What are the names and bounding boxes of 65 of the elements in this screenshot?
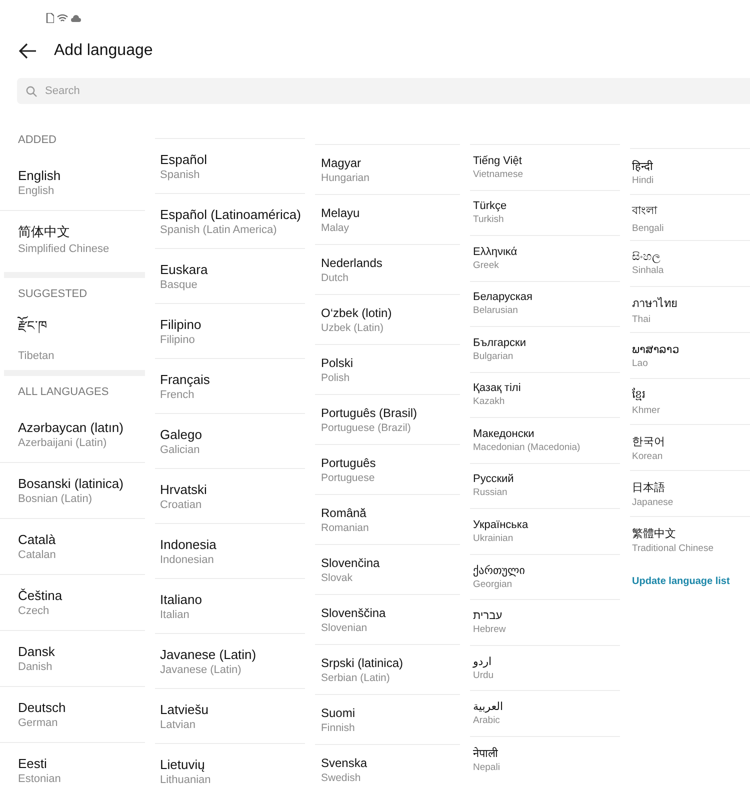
section-heading: ALL LANGUAGES	[17, 385, 110, 400]
language-item[interactable]: Українська Ukrainian	[470, 508, 620, 554]
page-title: Add language	[54, 42, 153, 60]
language-item[interactable]: 日本語 Japanese	[630, 470, 750, 516]
language-item[interactable]: नेपाली Nepali	[470, 736, 620, 781]
language-item[interactable]: Қазақ тілі Kazakh	[470, 372, 620, 417]
language-item[interactable]: English English	[0, 154, 145, 210]
language-item[interactable]: Türkçe Turkish	[470, 190, 620, 235]
wifi-icon	[57, 14, 68, 22]
language-item[interactable]: Javanese (Latin) Javanese (Latin)	[155, 633, 305, 688]
language-item[interactable]: हिन्दी Hindi	[630, 148, 750, 194]
language-item[interactable]: Srpski (latinica) Serbian (Latin)	[315, 644, 460, 694]
language-item[interactable]: Svenska Swedish	[315, 744, 460, 794]
language-item[interactable]: Slovenščina Slovenian	[315, 594, 460, 644]
search-field[interactable]: Search	[17, 78, 750, 104]
language-item[interactable]: རྫོང་ཁ Tibetan	[0, 308, 145, 364]
language-item[interactable]: Indonesia Indonesian	[155, 523, 305, 578]
language-item[interactable]: Македонски Macedonian (Macedonia)	[470, 417, 620, 462]
language-item[interactable]: বাংলা Bengali	[630, 194, 750, 240]
language-item[interactable]: Português (Brasil) Portuguese (Brazil)	[315, 394, 460, 444]
language-item[interactable]: Latviešu Latvian	[155, 688, 305, 743]
language-item[interactable]: Română Romanian	[315, 494, 460, 544]
language-item[interactable]: Français French	[155, 358, 305, 413]
language-item[interactable]: Ελληνικά Greek	[470, 235, 620, 280]
language-item[interactable]: O‘zbek (lotin) Uzbek (Latin)	[315, 294, 460, 344]
language-item[interactable]: ქართული Georgian	[470, 554, 620, 599]
language-item[interactable]: 한국어 Korean	[630, 424, 750, 470]
language-item[interactable]: Português Portuguese	[315, 444, 460, 494]
language-item[interactable]: Català Catalan	[0, 518, 145, 574]
language-item[interactable]: Dansk Danish	[0, 630, 145, 686]
language-item[interactable]: Bosanski (latinica) Bosnian (Latin)	[0, 462, 145, 518]
language-item[interactable]: Italiano Italian	[155, 578, 305, 633]
language-item[interactable]: ພາສາລາວ Lao	[630, 332, 750, 378]
language-item[interactable]: Azərbaycan (latın) Azerbaijani (Latin)	[0, 406, 145, 462]
language-item[interactable]: Български Bulgarian	[470, 326, 620, 372]
language-item[interactable]: Filipino Filipino	[155, 303, 305, 358]
language-item[interactable]: 简体中文 Simplified Chinese	[0, 210, 145, 266]
language-item[interactable]: Español (Latinoamérica) Spanish (Latin America)	[155, 193, 305, 248]
language-item[interactable]: Eesti Estonian	[0, 742, 145, 798]
update-language-list-link[interactable]: Update language list	[632, 576, 730, 587]
language-item[interactable]: Euskara Basque	[155, 248, 305, 303]
language-item[interactable]: Lietuvių Lithuanian	[155, 743, 305, 798]
language-item[interactable]: Español Spanish	[155, 138, 305, 193]
language-item[interactable]: Tiếng Việt Vietnamese	[470, 144, 620, 190]
language-item[interactable]: Čeština Czech	[0, 574, 145, 630]
cloud-icon	[71, 14, 81, 22]
language-item[interactable]: Polski Polish	[315, 344, 460, 394]
language-item[interactable]: Русский Russian	[470, 462, 620, 508]
language-item[interactable]: Deutsch German	[0, 686, 145, 742]
language-item[interactable]: Magyar Hungarian	[315, 144, 460, 194]
language-item[interactable]: Suomi Finnish	[315, 694, 460, 744]
section-heading: SUGGESTED	[17, 287, 88, 302]
language-item[interactable]: Беларуская Belarusian	[470, 280, 620, 326]
language-item[interactable]: සිංහල Sinhala	[630, 240, 750, 286]
sim-card-icon	[46, 13, 54, 23]
section-heading: ADDED	[17, 133, 58, 148]
language-item[interactable]: Galego Galician	[155, 413, 305, 468]
language-item[interactable]: Melayu Malay	[315, 194, 460, 244]
language-item[interactable]: ภาษาไทย Thai	[630, 286, 750, 332]
language-item[interactable]: Hrvatski Croatian	[155, 468, 305, 523]
language-item[interactable]: Nederlands Dutch	[315, 244, 460, 294]
language-item[interactable]: 繁體中文 Traditional Chinese	[630, 516, 750, 562]
language-item[interactable]: Slovenčina Slovak	[315, 544, 460, 594]
back-button[interactable]	[18, 41, 38, 61]
language-item[interactable]: ខ្មែរ Khmer	[630, 378, 750, 424]
